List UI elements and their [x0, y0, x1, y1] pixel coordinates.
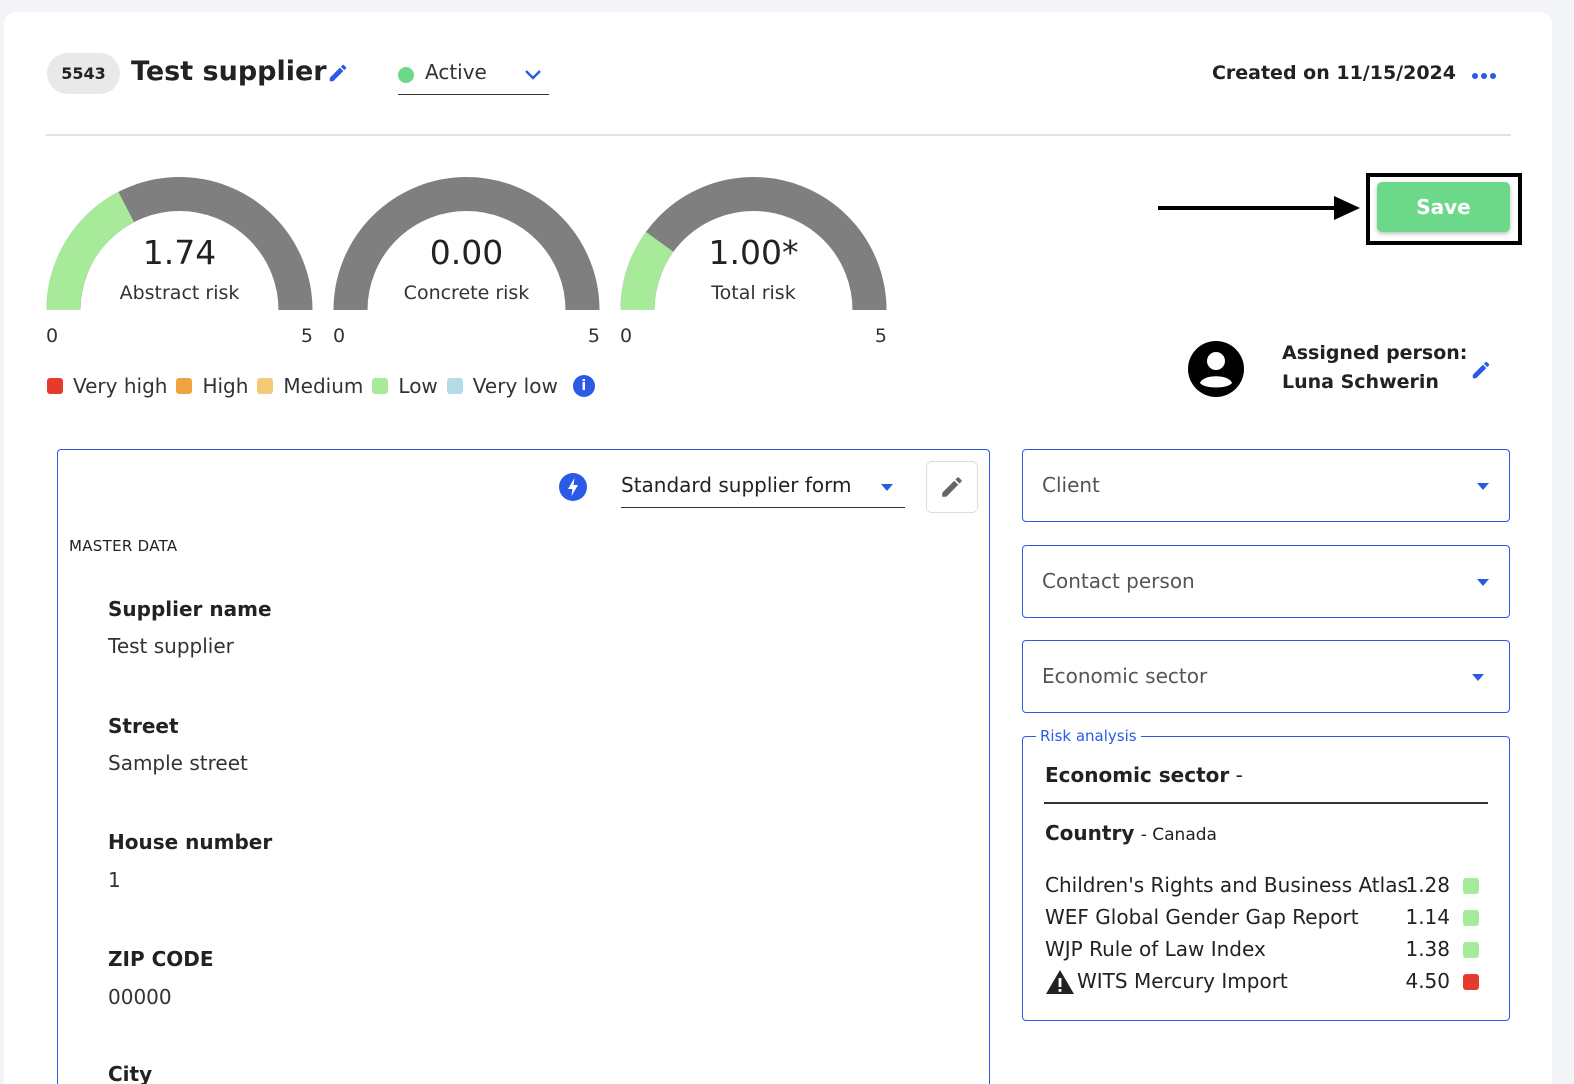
gauge-min: 0 — [46, 325, 59, 347]
gauge-max: 5 — [587, 325, 600, 347]
gauge-concrete-risk: 0.00 Concrete risk 0 5 — [333, 177, 600, 357]
gauge-label: Total risk — [711, 282, 796, 304]
risk-index-value: 1.14 — [1405, 905, 1450, 929]
risk-country-label: Country — [1045, 821, 1135, 845]
gauge-max: 5 — [874, 325, 887, 347]
form-template-select[interactable]: Standard supplier form — [621, 466, 905, 508]
legend-item-medium: Medium — [257, 374, 363, 398]
risk-analysis-title: Risk analysis — [1036, 727, 1141, 745]
economic-sector-select-label: Economic sector — [1042, 664, 1208, 688]
caret-down-icon — [1472, 674, 1484, 681]
section-title-master-data: MASTER DATA — [69, 537, 178, 555]
risk-economic-sector: Economic sector - — [1045, 763, 1243, 787]
risk-index-name: WEF Global Gender Gap Report — [1045, 905, 1359, 929]
status-dot-icon — [398, 67, 414, 83]
created-date: Created on 11/15/2024 — [1211, 62, 1456, 84]
risk-index-name: WITS Mercury Import — [1077, 969, 1288, 993]
contact-person-select-label: Contact person — [1042, 569, 1195, 593]
assigned-person-name: Luna Schwerin — [1282, 371, 1439, 393]
field-value-zip-code[interactable]: 00000 — [108, 985, 172, 1009]
status-label: Active — [425, 60, 487, 84]
gauge-min: 0 — [620, 325, 633, 347]
warning-icon — [1046, 970, 1074, 994]
field-label-house-number: House number — [108, 830, 273, 854]
risk-index-row: WITS Mercury Import 4.50 — [1045, 969, 1479, 997]
caret-down-icon — [1477, 579, 1489, 586]
client-select-label: Client — [1042, 473, 1100, 497]
field-label-zip-code: ZIP CODE — [108, 947, 214, 971]
legend-item-very-low: Very low — [446, 374, 558, 398]
edit-assigned-pencil-icon[interactable] — [1468, 357, 1494, 383]
caret-down-icon — [881, 484, 893, 491]
risk-index-row: Children's Rights and Business Atlas 1.2… — [1045, 873, 1479, 901]
legend-swatch — [176, 378, 193, 394]
caret-down-icon — [1477, 483, 1489, 490]
annotation-arrow-head — [1334, 196, 1360, 220]
economic-sector-select[interactable]: Economic sector — [1022, 640, 1510, 713]
gauge-label: Abstract risk — [119, 282, 240, 304]
contact-person-select[interactable]: Contact person — [1022, 545, 1510, 618]
chevron-down-icon — [525, 70, 541, 80]
more-options-icon[interactable] — [1470, 66, 1498, 86]
page-title: Test supplier — [131, 56, 327, 87]
legend-swatch — [446, 378, 463, 394]
field-label-city: City — [108, 1062, 153, 1084]
risk-index-value: 1.38 — [1405, 937, 1450, 961]
legend-label: Very high — [73, 374, 168, 398]
legend-label: Very low — [472, 374, 558, 398]
field-value-supplier-name[interactable]: Test supplier — [108, 634, 234, 658]
assigned-person-title: Assigned person: — [1282, 342, 1468, 364]
form-template-label: Standard supplier form — [621, 473, 852, 497]
legend-swatch — [257, 378, 274, 394]
legend-item-low: Low — [372, 374, 438, 398]
gauge-abstract-risk: 1.74 Abstract risk 0 5 — [46, 177, 313, 357]
risk-level-swatch — [1463, 942, 1479, 958]
risk-index-name: WJP Rule of Law Index — [1045, 937, 1266, 961]
risk-level-swatch — [1463, 878, 1479, 894]
field-value-house-number[interactable]: 1 — [108, 868, 121, 892]
risk-index-row: WJP Rule of Law Index 1.38 — [1045, 937, 1479, 965]
lightning-bolt-icon[interactable] — [559, 473, 587, 501]
risk-index-row: WEF Global Gender Gap Report 1.14 — [1045, 905, 1479, 933]
annotation-arrow — [1158, 206, 1338, 210]
supplier-id-badge: 5543 — [47, 53, 120, 94]
legend-swatch — [47, 378, 63, 394]
legend-label: Medium — [283, 374, 364, 398]
legend-label: Low — [398, 374, 438, 398]
avatar-icon — [1188, 341, 1244, 401]
client-select[interactable]: Client — [1022, 449, 1510, 522]
gauge-label: Concrete risk — [403, 282, 530, 304]
gauge-value: 0.00 — [429, 233, 504, 272]
field-label-street: Street — [108, 714, 179, 738]
legend-item-high: High — [176, 374, 248, 398]
gauge-total-risk: 1.00* Total risk 0 5 — [620, 177, 887, 357]
risk-level-swatch — [1463, 910, 1479, 926]
gauge-value: 1.74 — [142, 233, 217, 272]
risk-legend: Very high High Medium Low Very low i — [47, 374, 595, 398]
save-button[interactable]: Save — [1377, 182, 1510, 232]
legend-swatch — [372, 378, 389, 394]
risk-index-value: 4.50 — [1405, 969, 1450, 993]
risk-level-swatch — [1463, 974, 1479, 990]
legend-label: High — [202, 374, 249, 398]
gauge-max: 5 — [300, 325, 313, 347]
risk-divider — [1044, 802, 1488, 804]
field-value-street[interactable]: Sample street — [108, 751, 248, 775]
risk-index-value: 1.28 — [1405, 873, 1450, 897]
pencil-icon — [942, 477, 962, 497]
risk-sector-value: - — [1235, 763, 1243, 787]
risk-country: Country - Canada — [1045, 821, 1217, 845]
risk-index-name: Children's Rights and Business Atlas — [1045, 873, 1408, 897]
gauge-value: 1.00* — [708, 233, 799, 272]
gauge-min: 0 — [333, 325, 346, 347]
risk-country-value: - Canada — [1140, 825, 1217, 845]
edit-form-button[interactable] — [926, 461, 978, 513]
risk-sector-label: Economic sector — [1045, 763, 1230, 787]
legend-item-very-high: Very high — [47, 374, 167, 398]
header-divider — [46, 134, 1511, 136]
field-label-supplier-name: Supplier name — [108, 597, 272, 621]
status-select[interactable]: Active — [398, 56, 549, 95]
edit-title-pencil-icon[interactable] — [326, 61, 350, 85]
info-icon[interactable]: i — [572, 375, 595, 397]
